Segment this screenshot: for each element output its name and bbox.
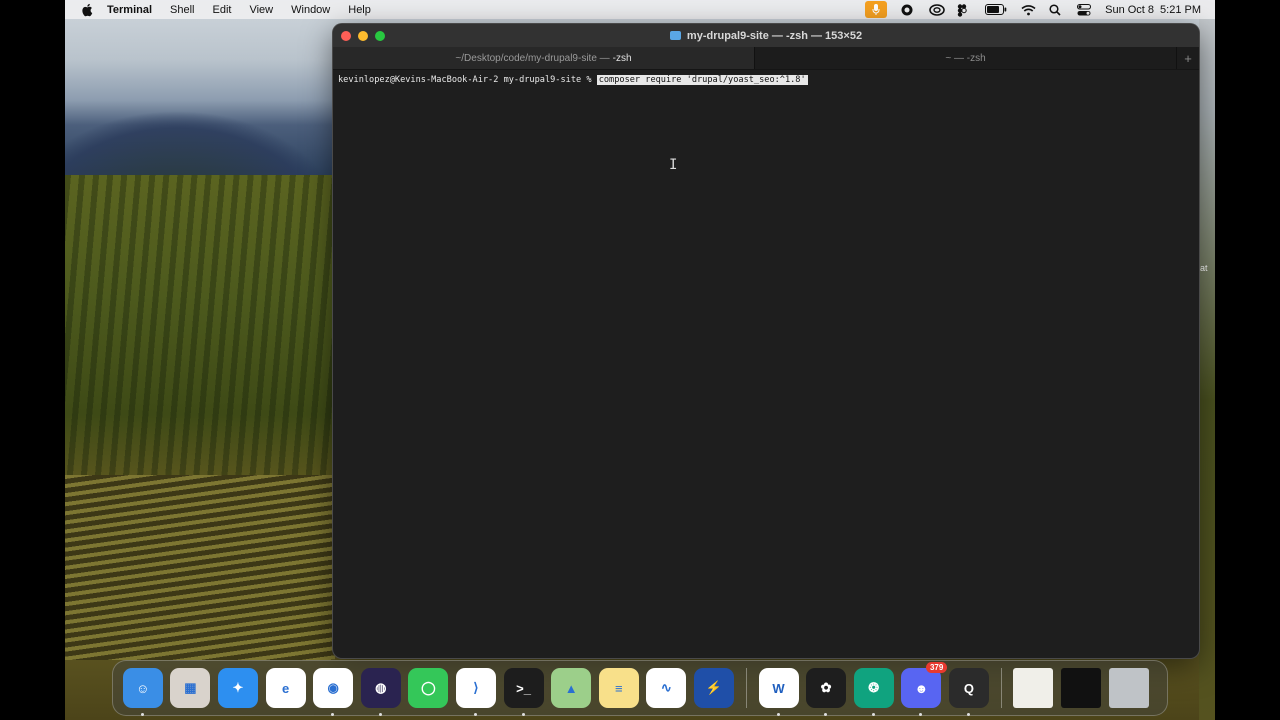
running-indicator: [521, 713, 525, 716]
wallpaper-forest: [65, 175, 335, 475]
dock-item-quicktime[interactable]: Q: [948, 668, 989, 716]
chatgpt-icon: ❂: [868, 680, 880, 695]
running-indicator: [378, 713, 382, 716]
figma-menu-icon[interactable]: [957, 3, 971, 17]
maps-icon: ▲: [564, 680, 578, 696]
launchpad-icon: ▦: [184, 680, 197, 695]
dock-item-vs-code[interactable]: ⟩: [455, 668, 496, 716]
record-icon[interactable]: [901, 4, 915, 16]
word-icon: W: [772, 680, 785, 696]
creative-cloud-icon[interactable]: [929, 3, 945, 16]
running-indicator: [776, 713, 780, 716]
wallpaper-vineyard: [65, 475, 335, 660]
wallpaper-edge: [1199, 0, 1215, 720]
folder-icon: [669, 31, 681, 40]
chrome-icon: ◉: [327, 680, 339, 695]
zoom-window-button[interactable]: [375, 31, 385, 41]
tab-home-zsh[interactable]: ~ — -zsh: [754, 47, 1176, 69]
tab-my-drupal9-site[interactable]: ~/Desktop/code/my-drupal9-site — -zsh: [333, 47, 754, 69]
running-indicator: [140, 713, 144, 716]
window-controls: [341, 31, 385, 41]
menu-edit[interactable]: Edit: [213, 4, 232, 16]
menu-view[interactable]: View: [249, 4, 273, 16]
dock-item-document[interactable]: [1013, 668, 1054, 708]
wifi-icon[interactable]: [1021, 4, 1036, 16]
spotlight-search-icon[interactable]: [1049, 3, 1063, 16]
tab-shell: -zsh: [612, 52, 632, 64]
dock-item-terminal[interactable]: >_: [503, 668, 544, 716]
running-indicator: [919, 713, 923, 716]
dock-item-figma[interactable]: ✿: [806, 668, 847, 716]
dock-item-word[interactable]: W: [758, 668, 799, 716]
tab-label: ~ — -zsh: [945, 52, 986, 64]
dock-item-safari[interactable]: ✦: [217, 668, 258, 708]
dock-item-freeform[interactable]: ∿: [646, 668, 687, 708]
dock-item-maps[interactable]: ▲: [551, 668, 592, 708]
terminal-icon: >_: [516, 680, 531, 696]
selected-command[interactable]: composer require 'drupal/yoast_seo:^1.8': [596, 75, 808, 85]
microphone-icon[interactable]: [865, 1, 888, 18]
menu-shell[interactable]: Shell: [170, 4, 194, 16]
freeform-icon: ∿: [660, 680, 672, 695]
vscode-icon: ⟩: [473, 680, 479, 695]
discord-icon: ☻: [914, 680, 929, 696]
terminal-window: my-drupal9-site — -zsh — 153×52 ~/Deskto…: [333, 24, 1199, 658]
dock-item-finder[interactable]: ☺: [122, 668, 163, 716]
running-indicator: [871, 713, 875, 716]
lightning-app-icon: ⚡: [705, 680, 723, 695]
new-tab-button[interactable]: +: [1176, 47, 1199, 69]
running-indicator: [966, 713, 970, 716]
dock-item-trash[interactable]: [1108, 668, 1149, 708]
menubar-time[interactable]: 5:21 PM: [1160, 4, 1201, 16]
figma-icon: ✿: [820, 680, 832, 695]
shell-prompt: kevinlopez@Kevins-MacBook-Air-2 my-drupa…: [338, 75, 597, 85]
firefox-icon: ◍: [375, 680, 387, 695]
menubar-date[interactable]: Sun Oct 8: [1105, 4, 1154, 16]
battery-icon[interactable]: [985, 3, 1007, 16]
apple-menu-icon[interactable]: [81, 3, 95, 17]
menu-app-terminal[interactable]: Terminal: [107, 4, 152, 16]
menu-help[interactable]: Help: [348, 4, 371, 16]
dock-item-discord[interactable]: ☻ 379: [901, 662, 948, 716]
dock-separator: [1000, 668, 1002, 708]
finder-icon: ☺: [136, 680, 150, 696]
running-indicator: [331, 713, 335, 716]
close-window-button[interactable]: [341, 31, 351, 41]
window-titlebar[interactable]: my-drupal9-site — -zsh — 153×52: [333, 24, 1199, 47]
dock-separator: [745, 668, 747, 708]
running-indicator: [824, 713, 828, 716]
text-cursor-ibeam-icon: I: [669, 157, 678, 173]
notification-badge: 379: [925, 662, 948, 673]
edge-icon: e: [281, 680, 290, 696]
dock-item-launchpad[interactable]: ▦: [170, 668, 211, 708]
tab-bar: ~/Desktop/code/my-drupal9-site — -zsh ~ …: [333, 47, 1199, 70]
dock-item-chrome[interactable]: ◉: [313, 668, 354, 716]
window-title: my-drupal9-site — -zsh — 153×52: [686, 29, 863, 42]
background-window-edge-text: at: [1200, 263, 1208, 273]
running-indicator: [473, 713, 477, 716]
dock-item-screenshot[interactable]: [1061, 668, 1102, 708]
dock-item-messages[interactable]: ◯: [408, 668, 449, 708]
messages-icon: ◯: [421, 680, 436, 695]
tab-path: ~/Desktop/code/my-drupal9-site —: [455, 52, 610, 64]
dock-item-chatgpt[interactable]: ❂: [853, 668, 894, 716]
quicktime-icon: Q: [963, 680, 974, 696]
dock-item-notes[interactable]: ≡: [598, 668, 639, 708]
status-area: Sun Oct 8 5:21 PM: [865, 1, 1215, 18]
dock-item-firefox[interactable]: ◍: [360, 668, 401, 716]
menu-window[interactable]: Window: [291, 4, 330, 16]
terminal-output[interactable]: kevinlopez@Kevins-MacBook-Air-2 my-drupa…: [333, 70, 1199, 90]
notes-icon: ≡: [614, 680, 623, 696]
menu-bar: Terminal Shell Edit View Window Help Sun…: [65, 0, 1215, 19]
dock: ☺ ▦ ✦ e ◉ ◍ ◯ ⟩ >_ ▲ ≡ ∿ ⚡ W ✿ ❂ ☻ 379 Q: [112, 660, 1168, 716]
dock-item-edge[interactable]: e: [265, 668, 306, 708]
safari-icon: ✦: [232, 680, 244, 695]
control-center-icon[interactable]: [1077, 3, 1092, 16]
minimize-window-button[interactable]: [358, 31, 368, 41]
dock-item-reeder[interactable]: ⚡: [693, 668, 734, 708]
